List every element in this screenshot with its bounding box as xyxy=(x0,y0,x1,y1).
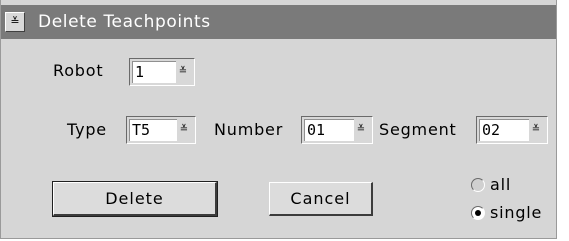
radio-single-indicator[interactable] xyxy=(471,206,485,220)
type-dropdown-icon[interactable]: ≚ xyxy=(175,120,193,140)
number-select-value: 01 xyxy=(304,119,354,141)
radio-all-indicator[interactable] xyxy=(471,178,485,192)
robot-select[interactable]: 1 ≚ xyxy=(129,58,195,86)
robot-label: Robot xyxy=(53,61,104,80)
window-menu-icon[interactable]: ≚ xyxy=(5,12,25,32)
segment-dropdown-icon[interactable]: ≚ xyxy=(527,120,545,140)
number-dropdown-icon[interactable]: ≚ xyxy=(352,120,370,140)
robot-dropdown-icon[interactable]: ≚ xyxy=(174,62,192,82)
type-label: Type xyxy=(67,120,107,139)
title-bar: ≚ Delete Teachpoints xyxy=(1,5,556,39)
segment-select[interactable]: 02 ≚ xyxy=(476,116,548,144)
radio-all[interactable]: all xyxy=(471,174,551,198)
type-select[interactable]: T5 ≚ xyxy=(126,116,196,144)
radio-single-label: single xyxy=(490,203,543,222)
segment-select-value: 02 xyxy=(479,119,529,141)
window-title: Delete Teachpoints xyxy=(38,12,211,32)
robot-select-value: 1 xyxy=(132,61,176,83)
type-select-value: T5 xyxy=(129,119,177,141)
dialog-window: ≚ Delete Teachpoints Robot 1 ≚ Type T5 ≚… xyxy=(0,0,557,239)
number-label: Number xyxy=(214,120,284,139)
radio-single[interactable]: single xyxy=(471,202,555,226)
number-select[interactable]: 01 ≚ xyxy=(301,116,373,144)
cancel-button[interactable]: Cancel xyxy=(269,182,373,216)
radio-all-label: all xyxy=(490,175,512,194)
segment-label: Segment xyxy=(379,120,457,139)
delete-button[interactable]: Delete xyxy=(52,181,218,217)
